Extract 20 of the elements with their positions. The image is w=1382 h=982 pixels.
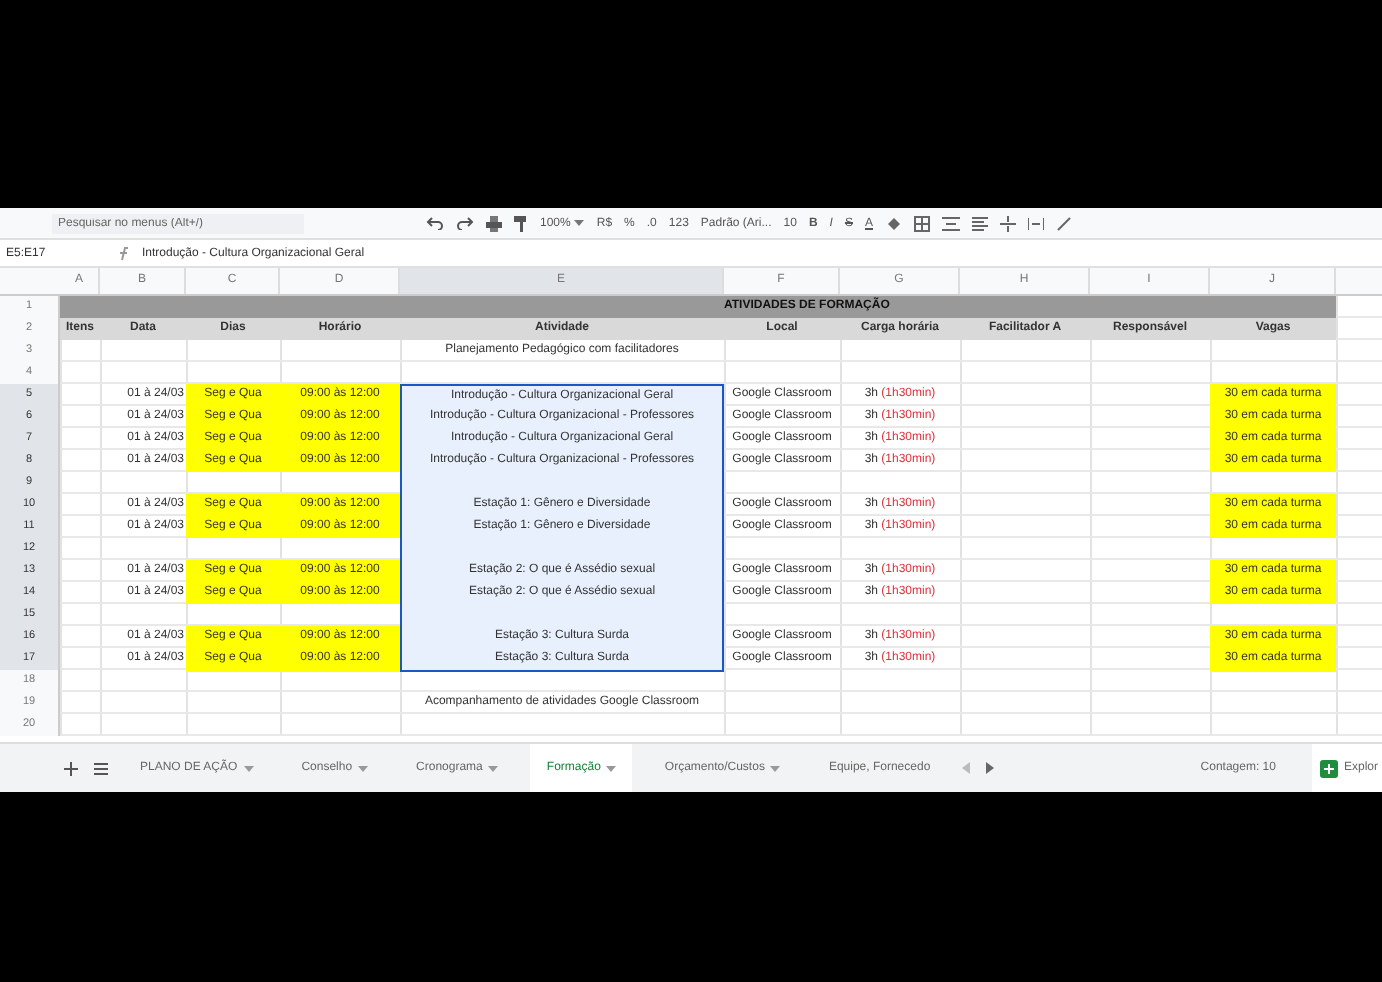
caret-icon [358,765,369,771]
text-wrap-icon[interactable] [1027,215,1043,231]
caret-icon [770,765,781,771]
align-icon[interactable] [971,215,987,231]
plus-icon [1319,759,1338,777]
caret-icon [243,765,254,771]
function-icon [118,245,130,261]
menu-icon[interactable] [94,761,108,775]
paint-format-icon[interactable] [514,215,528,231]
borders-icon[interactable] [913,215,929,231]
vertical-align-icon[interactable] [999,215,1015,231]
fill-color-icon[interactable] [885,215,901,231]
caret-icon [574,220,585,226]
caret-icon [488,765,499,771]
undo-icon[interactable] [426,216,444,230]
scroll-right-icon[interactable] [986,762,995,774]
add-sheet-icon[interactable] [64,761,78,775]
redo-icon[interactable] [456,216,474,230]
merge-icon[interactable] [941,215,959,231]
caret-icon [606,765,617,771]
